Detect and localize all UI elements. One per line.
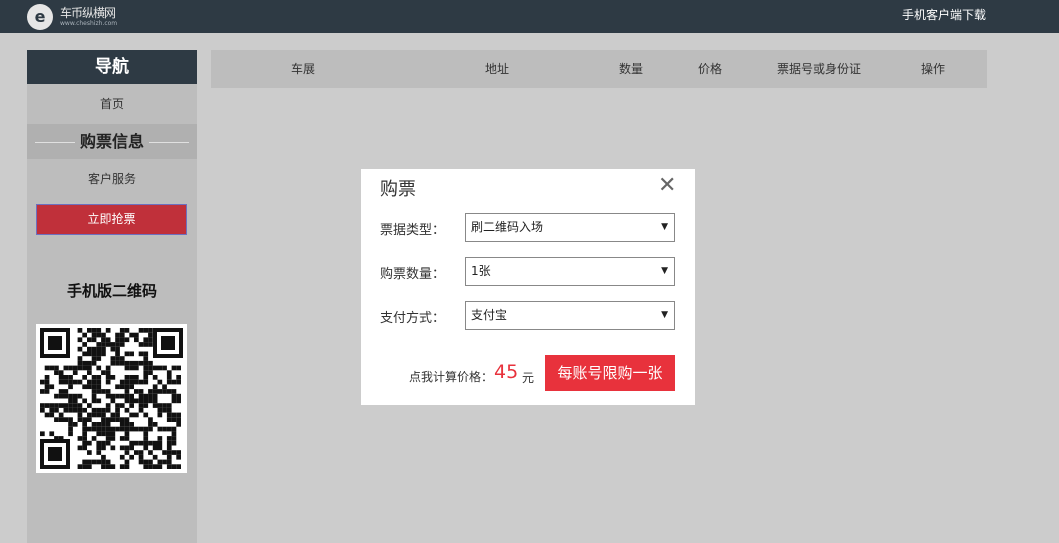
column-header-autoshow: 车展: [290, 62, 316, 76]
dropdown-arrow-icon: ▼: [661, 222, 668, 232]
grab-ticket-button[interactable]: 立即抢票: [36, 204, 187, 235]
sidebar: 导航 首页 购票信息 客户服务 立即抢票 手机版二维码: [27, 50, 197, 543]
logo-url: www.cheshizh.com: [60, 19, 118, 27]
column-header-price: 价格: [697, 62, 723, 76]
ticket-info-heading: 购票信息: [27, 124, 197, 159]
ticket-quantity-select[interactable]: 1张 ▼: [465, 257, 675, 286]
dropdown-arrow-icon: ▼: [661, 266, 668, 276]
ticket-quantity-value: 1张: [471, 264, 491, 278]
payment-method-value: 支付宝: [471, 308, 508, 322]
dialog-title: 购票: [380, 179, 416, 200]
payment-method-select[interactable]: 支付宝 ▼: [465, 301, 675, 330]
sidebar-item-service[interactable]: 客户服务: [27, 159, 197, 199]
ticket-type-select[interactable]: 刷二维码入场 ▼: [465, 213, 675, 242]
ticket-table-header: 车展 地址 数量 价格 票据号或身份证 操作: [211, 50, 987, 88]
buy-ticket-dialog: 购票 ✕ 票据类型： 刷二维码入场 ▼ 购票数量： 1张 ▼ 支付方式： 支付宝…: [361, 169, 695, 405]
dropdown-arrow-icon: ▼: [661, 310, 668, 320]
qr-code-image: [36, 324, 187, 473]
price-unit: 元: [522, 371, 535, 385]
purchase-limit-button[interactable]: 每账号限购一张: [545, 355, 675, 391]
price-value: 45: [494, 361, 519, 383]
calculate-price-link[interactable]: 点我计算价格：: [409, 368, 493, 385]
column-header-ticket-id: 票据号或身份证: [776, 62, 862, 76]
ticket-quantity-label: 购票数量：: [380, 267, 446, 282]
column-header-quantity: 数量: [618, 62, 644, 76]
ticket-type-value: 刷二维码入场: [471, 220, 544, 234]
ticket-type-label: 票据类型：: [380, 223, 446, 238]
sidebar-item-home[interactable]: 首页: [27, 84, 197, 124]
logo-icon: e: [27, 3, 53, 30]
mobile-download-link[interactable]: 手机客户端下载: [902, 0, 986, 31]
top-bar: e 车币纵横网 www.cheshizh.com 手机客户端下载: [0, 0, 1059, 33]
qr-code-title: 手机版二维码: [66, 282, 157, 300]
close-icon[interactable]: ✕: [658, 175, 676, 197]
logo-name: 车币纵横网: [60, 5, 116, 20]
column-header-address: 地址: [484, 62, 510, 76]
column-header-action: 操作: [920, 62, 946, 76]
payment-method-label: 支付方式：: [380, 311, 446, 326]
logo-text: 车币纵横网 www.cheshizh.com: [60, 7, 117, 27]
nav-title: 导航: [27, 50, 197, 84]
site-logo[interactable]: e 车币纵横网 www.cheshizh.com: [27, 0, 117, 33]
